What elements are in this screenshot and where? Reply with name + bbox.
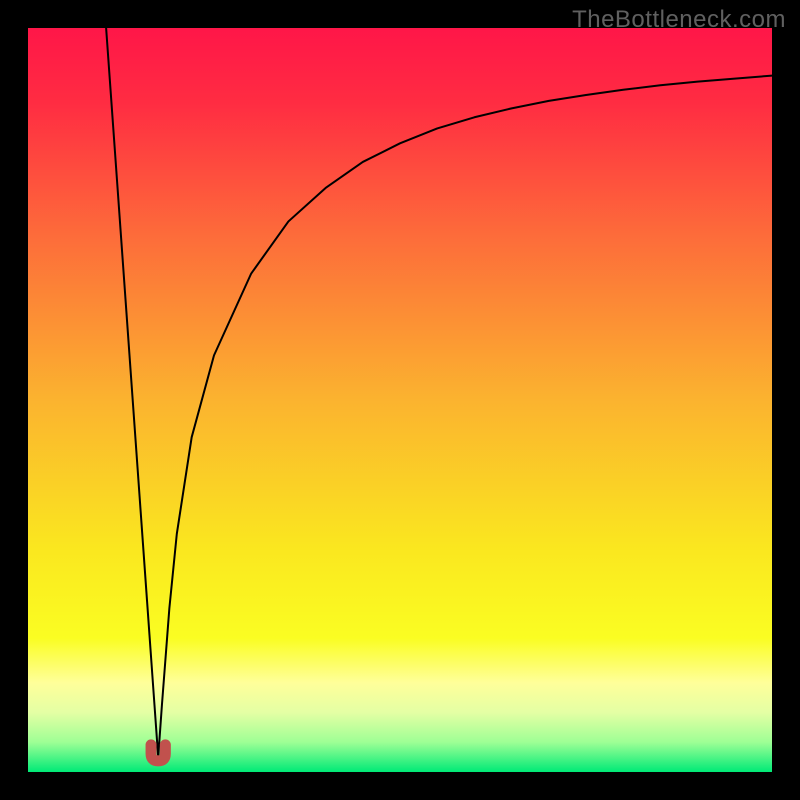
watermark-text: TheBottleneck.com bbox=[572, 6, 786, 34]
chart-plot-area bbox=[28, 28, 772, 772]
chart-container: TheBottleneck.com bbox=[0, 0, 800, 800]
chart-svg bbox=[28, 28, 772, 772]
